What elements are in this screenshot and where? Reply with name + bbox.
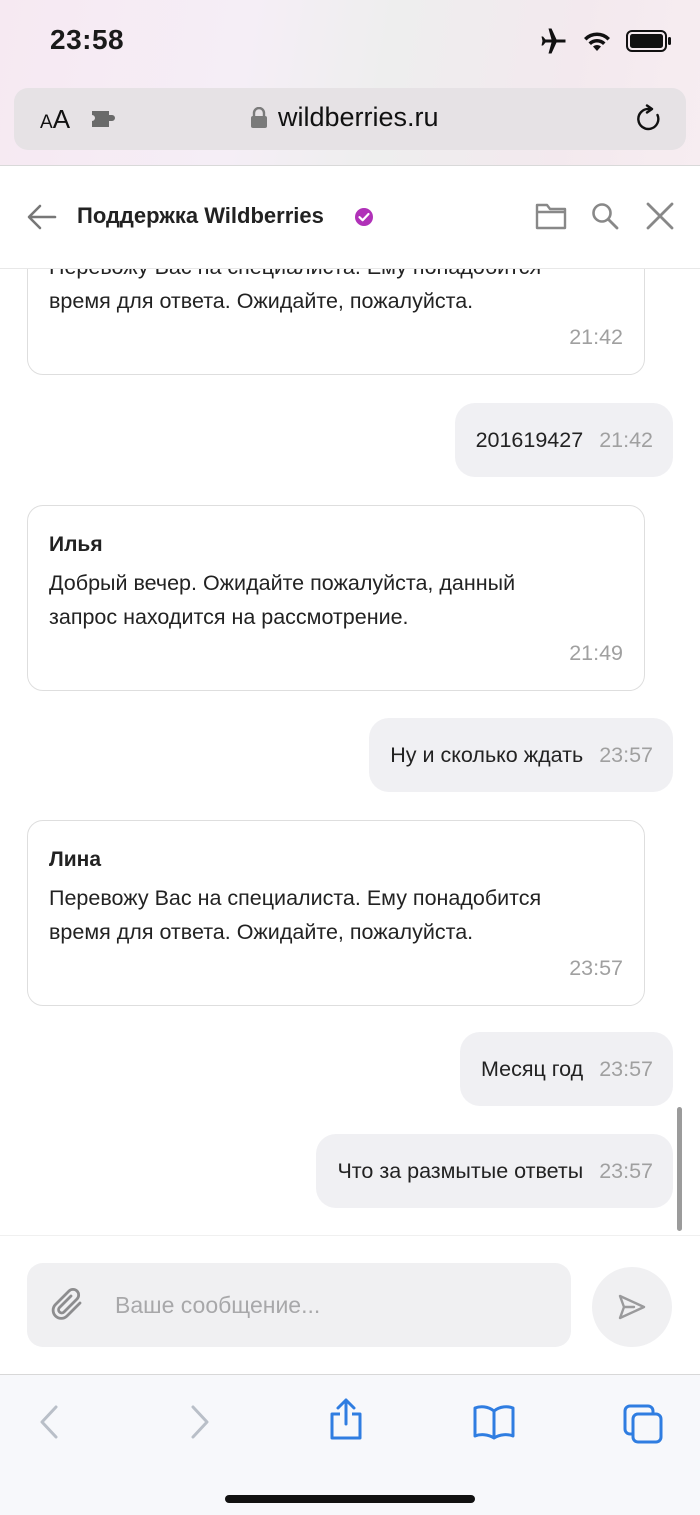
bookmarks-book-icon[interactable] [472,1403,516,1441]
message-time: 23:57 [569,956,623,980]
message-input[interactable] [115,1281,545,1329]
message-time: 21:49 [569,641,623,665]
airplane-icon [541,28,566,54]
message-incoming: Перевожу Вас на специалиста. Ему понадоб… [27,269,645,375]
message-text: Что за размытые ответы [337,1159,584,1183]
message-text: Ну и сколько ждать [390,743,584,767]
home-indicator [225,1495,475,1503]
message-text: Месяц год [480,1057,584,1081]
text-size-button[interactable]: AA [40,104,70,135]
message-outgoing: Что за размытые ответы 23:57 [316,1134,673,1208]
verified-badge-icon [355,208,373,226]
status-icons [540,28,672,54]
wifi-icon [584,32,610,51]
message-text: Добрый вечер. Ожидайте пожалуйста, данны… [49,571,516,629]
message-input-box[interactable] [27,1263,571,1347]
chat-header: Поддержка Wildberries [0,167,700,269]
nav-forward-icon[interactable] [187,1403,213,1441]
browser-toolbar [0,1374,700,1515]
message-time: 23:57 [599,1159,653,1183]
text-size-small-label: A [40,112,53,133]
reload-icon[interactable] [634,104,664,134]
message-text: Перевожу Вас на специалиста. Ему понадоб… [49,269,541,313]
message-author: Илья [49,533,103,556]
message-text: 201619427 [475,428,584,452]
address-bar[interactable]: AA wildberries.ru [14,88,686,150]
status-time: 23:58 [50,24,125,55]
message-incoming: Илья Добрый вечер. Ожидайте пожалуйста, … [27,505,645,691]
folder-icon[interactable] [535,201,567,231]
search-icon[interactable] [590,201,620,231]
url-text[interactable]: wildberries.ru [278,102,439,133]
scrollbar[interactable] [677,1107,682,1231]
message-time: 21:42 [569,325,623,349]
message-incoming: Лина Перевожу Вас на специалиста. Ему по… [27,820,645,1006]
message-outgoing: Ну и сколько ждать 23:57 [369,718,673,792]
message-text: Перевожу Вас на специалиста. Ему понадоб… [49,886,542,944]
send-icon [618,1294,646,1320]
message-outgoing: 201619427 21:42 [454,403,673,477]
extension-puzzle-icon[interactable] [90,106,118,132]
message-author: Лина [49,848,102,871]
share-icon[interactable] [328,1397,364,1441]
message-time: 21:42 [599,428,653,452]
message-list[interactable]: Перевожу Вас на специалиста. Ему понадоб… [0,269,700,1235]
browser-top-bar: 23:58 AA wildberries.ru [0,0,700,166]
send-button[interactable] [592,1267,672,1347]
battery-icon [626,30,671,52]
message-time: 23:57 [599,1057,653,1081]
chat-title: Поддержка Wildberries [77,203,324,228]
tabs-icon[interactable] [622,1403,664,1445]
paperclip-icon[interactable] [51,1287,85,1323]
nav-back-icon[interactable] [36,1403,62,1441]
lock-icon [251,107,267,128]
message-time: 23:57 [599,743,653,767]
back-arrow-icon[interactable] [26,201,58,233]
text-size-large-label: A [52,104,71,134]
close-icon[interactable] [645,201,675,231]
message-outgoing: Месяц год 23:57 [459,1032,673,1106]
message-composer [0,1235,700,1373]
